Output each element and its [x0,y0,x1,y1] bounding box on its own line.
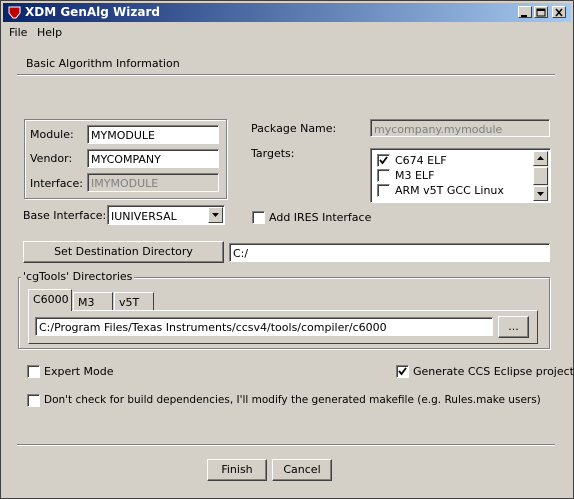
package-name-label: Package Name: [251,122,337,135]
cgtools-group-label: 'cgTools' Directories [21,270,135,283]
destination-input[interactable]: C:/ [229,243,550,262]
scroll-up-button[interactable] [533,151,548,166]
browse-button[interactable]: ... [498,316,529,338]
close-icon [555,8,563,17]
target-c674-checkbox[interactable] [377,154,390,167]
minimize-button[interactable] [518,6,532,18]
section-title: Basic Algorithm Information [26,57,180,70]
maximize-icon [536,8,546,17]
interface-label: Interface: [30,177,83,190]
target-label: M3 ELF [395,169,435,182]
cancel-button[interactable]: Cancel [272,459,332,481]
generate-ccs-checkbox[interactable] [396,365,409,378]
interface-input: IMYMODULE [87,173,219,192]
package-name-input: mycompany.mymodule [370,119,550,137]
minimize-icon [521,15,527,17]
arrow-up-icon [537,156,544,160]
tab-label: v5T [119,296,140,309]
maximize-button[interactable] [534,6,548,18]
cgtools-path-input[interactable]: C:/Program Files/Texas Instruments/ccsv4… [35,317,493,336]
ti-logo-icon [8,6,21,19]
targets-label: Targets: [251,147,295,160]
target-label: C674 ELF [395,154,447,167]
checkmark-icon [398,367,407,376]
menu-file[interactable]: File [9,26,27,39]
add-ires-checkbox[interactable] [252,211,265,224]
base-interface-label: Base Interface: [23,209,107,222]
title-bar: XDM GenAlg Wizard [3,3,571,22]
targets-scrollbar[interactable] [533,151,549,201]
checkmark-icon [379,156,388,165]
vendor-input[interactable]: MYCOMPANY [87,149,219,168]
vendor-label: Vendor: [30,152,73,165]
close-button[interactable] [552,6,566,18]
no-deps-checkbox[interactable] [27,394,40,407]
target-label: ARM v5T GCC Linux [395,184,504,197]
dropdown-button[interactable] [208,207,223,223]
target-arm-checkbox[interactable] [377,184,390,197]
footer-separator [17,444,555,446]
set-destination-button[interactable]: Set Destination Directory [23,241,224,263]
tab-m3[interactable]: M3 [73,292,113,311]
no-deps-label: Don't check for build dependencies, I'll… [44,394,541,406]
targets-list: C674 ELF M3 ELF ARM v5T GCC Linux [370,148,551,203]
finish-button[interactable]: Finish [207,459,267,481]
module-label: Module: [30,128,74,141]
tab-label: M3 [78,296,95,309]
menu-help[interactable]: Help [37,26,62,39]
module-input[interactable]: MYMODULE [87,125,219,144]
menu-bar: File Help [3,23,571,41]
tab-label: C6000 [33,293,69,306]
expert-mode-checkbox[interactable] [27,365,40,378]
base-interface-value: IUNIVERSAL [111,210,177,223]
generate-ccs-label: Generate CCS Eclipse project [413,365,574,378]
scroll-thumb[interactable] [533,167,548,185]
section-separator [17,74,555,76]
chevron-down-icon [212,213,219,217]
window-title: XDM GenAlg Wizard [25,5,160,19]
arrow-down-icon [537,192,544,196]
scroll-down-button[interactable] [533,186,548,201]
wizard-window: XDM GenAlg Wizard File Help Basic Algori… [0,0,574,499]
tab-c6000[interactable]: C6000 [28,289,72,311]
target-m3-checkbox[interactable] [377,169,390,182]
add-ires-label: Add IRES Interface [269,211,372,224]
tab-v5t[interactable]: v5T [114,292,154,311]
base-interface-select[interactable]: IUNIVERSAL [107,205,225,225]
expert-mode-label: Expert Mode [44,365,114,378]
